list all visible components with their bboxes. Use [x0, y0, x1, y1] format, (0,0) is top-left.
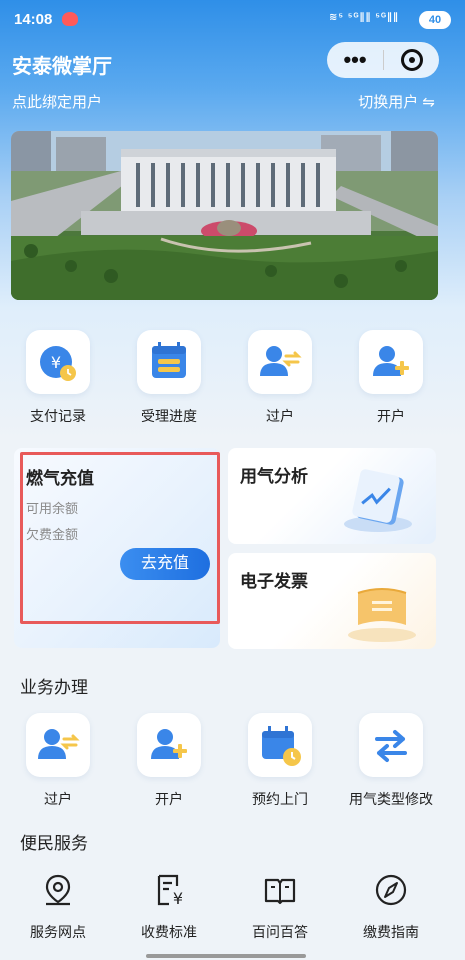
- location-pin-icon: [45, 874, 71, 906]
- status-time: 14:08: [14, 11, 53, 28]
- target-icon: [400, 49, 423, 71]
- payment-guide-item[interactable]: 缴费指南: [341, 870, 441, 942]
- gas-analysis-card[interactable]: 用气分析: [228, 448, 436, 544]
- gas-recharge-title: 燃气充值: [26, 469, 94, 488]
- appointment-calendar-icon: [262, 726, 301, 766]
- payment-record-item[interactable]: ¥ 支付记录: [8, 330, 108, 426]
- progress-item[interactable]: 受理进度: [119, 330, 219, 426]
- progress-icon-box: [137, 330, 201, 394]
- balance-label: 可用余额: [26, 501, 79, 516]
- fee-standard-label: 收费标准: [141, 924, 197, 940]
- home-indicator[interactable]: [146, 954, 306, 958]
- business-section-title: 业务办理: [20, 678, 88, 697]
- appointment-item[interactable]: 预约上门: [230, 713, 330, 809]
- gas-type-change-label: 用气类型修改: [349, 791, 433, 807]
- progress-label: 受理进度: [141, 408, 197, 424]
- bind-user-link[interactable]: 点此绑定用户: [12, 91, 102, 112]
- switch-user-link[interactable]: 切换用户 ⇋: [358, 91, 435, 112]
- gas-type-change-item[interactable]: 用气类型修改: [341, 713, 441, 809]
- business-open-account-item[interactable]: 开户: [119, 713, 219, 809]
- status-bar: 14:08 ≋⁵ ⁵ᴳ∥∥ ⁵ᴳ∥∥ 40: [0, 0, 465, 40]
- go-recharge-button[interactable]: 去充值: [120, 548, 210, 580]
- service-outlet-icon-wrap: [38, 870, 78, 910]
- business-open-account-label: 开户: [155, 791, 183, 807]
- transfer-user-icon: [38, 729, 80, 759]
- gas-type-change-icon-box: [359, 713, 423, 777]
- payment-guide-icon-wrap: [371, 870, 411, 910]
- debt-label: 欠费金额: [26, 527, 79, 542]
- open-account-icon: [373, 346, 409, 376]
- svg-text:¥: ¥: [51, 353, 61, 372]
- fee-standard-icon: ¥: [157, 874, 183, 908]
- invoice-scroll-icon: [348, 588, 416, 642]
- payment-guide-label: 缴费指南: [363, 924, 419, 940]
- transfer-label: 过户: [266, 408, 294, 424]
- business-transfer-label: 过户: [44, 791, 72, 807]
- faq-item[interactable]: 百问百答: [230, 870, 330, 942]
- swap-arrows-icon: [375, 730, 407, 762]
- close-miniprogram-button[interactable]: [384, 49, 439, 71]
- battery-icon: 40: [419, 11, 451, 29]
- e-invoice-title: 电子发票: [240, 572, 308, 591]
- signal-icon: ≋⁵ ⁵ᴳ∥∥ ⁵ᴳ∥∥: [328, 12, 399, 23]
- transfer-item[interactable]: 过户: [230, 330, 330, 426]
- business-transfer-item[interactable]: 过户: [8, 713, 108, 809]
- open-account-item[interactable]: 开户: [341, 330, 441, 426]
- payment-record-icon-box: ¥: [26, 330, 90, 394]
- building-photo-illustration: [11, 131, 438, 300]
- fee-standard-icon-wrap: ¥: [149, 870, 189, 910]
- gas-recharge-card[interactable]: 燃气充值 可用余额 欠费金额 去充值: [14, 448, 220, 648]
- appointment-icon-box: [248, 713, 312, 777]
- office-building-banner[interactable]: [11, 131, 438, 300]
- payment-record-label: 支付记录: [30, 408, 86, 424]
- notification-icon: [62, 12, 78, 26]
- faq-icon-wrap: [260, 870, 300, 910]
- payment-record-icon: ¥: [40, 346, 76, 381]
- service-outlet-item[interactable]: 服务网点: [8, 870, 108, 942]
- open-book-icon: [264, 878, 296, 905]
- e-invoice-card[interactable]: 电子发票: [228, 553, 436, 649]
- open-account-label: 开户: [377, 408, 405, 424]
- transfer-user-icon: [260, 346, 302, 376]
- open-account-icon-box: [359, 330, 423, 394]
- open-account-icon: [151, 729, 187, 759]
- business-transfer-icon-box: [26, 713, 90, 777]
- more-menu-button[interactable]: •••: [327, 42, 383, 78]
- appointment-label: 预约上门: [252, 791, 308, 807]
- quick-actions: ¥ 支付记录 受理进度 过户 开户: [0, 330, 465, 430]
- calendar-progress-icon: [152, 342, 186, 378]
- services-section-title: 便民服务: [20, 834, 88, 853]
- compass-icon: [375, 874, 407, 906]
- gas-analysis-title: 用气分析: [240, 467, 308, 486]
- svg-text:¥: ¥: [173, 889, 183, 908]
- transfer-icon-box: [248, 330, 312, 394]
- app-title: 安泰微掌厅: [12, 56, 112, 78]
- faq-label: 百问百答: [252, 924, 308, 940]
- service-outlet-label: 服务网点: [30, 924, 86, 940]
- business-open-account-icon-box: [137, 713, 201, 777]
- fee-standard-item[interactable]: ¥ 收费标准: [119, 870, 219, 942]
- chart-document-icon: [344, 469, 412, 532]
- miniprogram-capsule: •••: [327, 42, 439, 78]
